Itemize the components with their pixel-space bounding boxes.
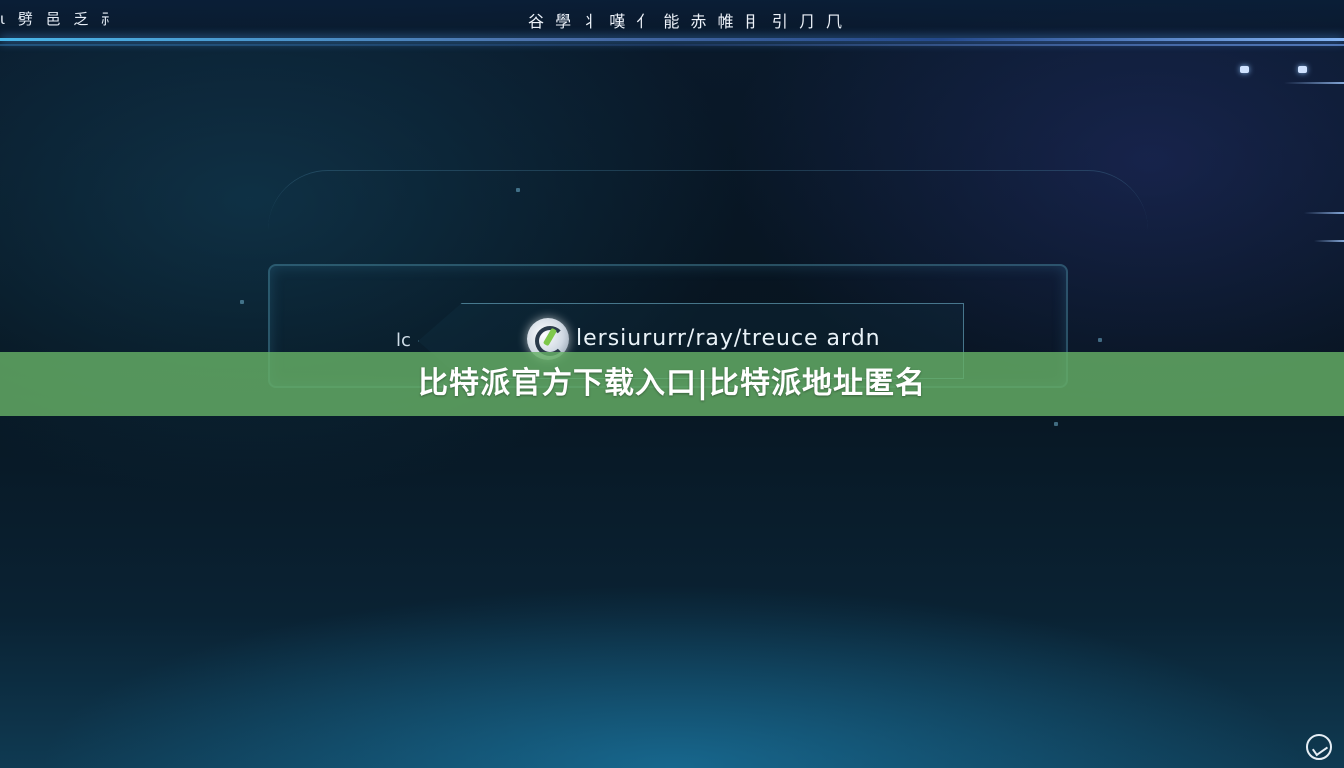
light-streak — [1284, 82, 1344, 84]
light-streak — [1314, 240, 1344, 242]
watermark-check-icon — [1306, 734, 1332, 760]
decor-tick — [1054, 422, 1058, 426]
top-left-text: ι 劈 ⾢ 乏 ⺬ — [0, 10, 121, 28]
indicator-dot — [1240, 66, 1249, 73]
light-streak — [1304, 212, 1344, 214]
frame-text: lersiururr/ray/treuce ardn — [576, 326, 881, 351]
decor-tick — [240, 300, 244, 304]
title-banner: 比特派官方下载入口|比特派地址匿名 — [0, 352, 1344, 416]
decor-tick — [1098, 338, 1102, 342]
glow-line-secondary — [0, 44, 1344, 46]
frame-left-mark: lc — [396, 330, 411, 351]
right-indicator-dots — [1234, 64, 1344, 76]
top-center-text: ⾕ 學 ⺦ 嘆 ⺅ 能 ⾚ 帷 ⺝ 引 ⺆ ⺇ — [528, 12, 845, 31]
glow-line — [0, 38, 1344, 41]
background-scene: ι 劈 ⾢ 乏 ⺬ ⾕ 學 ⺦ 嘆 ⺅ 能 ⾚ 帷 ⺝ 引 ⺆ ⺇ lc ler… — [0, 0, 1344, 768]
indicator-dot — [1298, 66, 1307, 73]
banner-title: 比特派官方下载入口|比特派地址匿名 — [418, 366, 926, 401]
decor-tick — [516, 188, 520, 192]
